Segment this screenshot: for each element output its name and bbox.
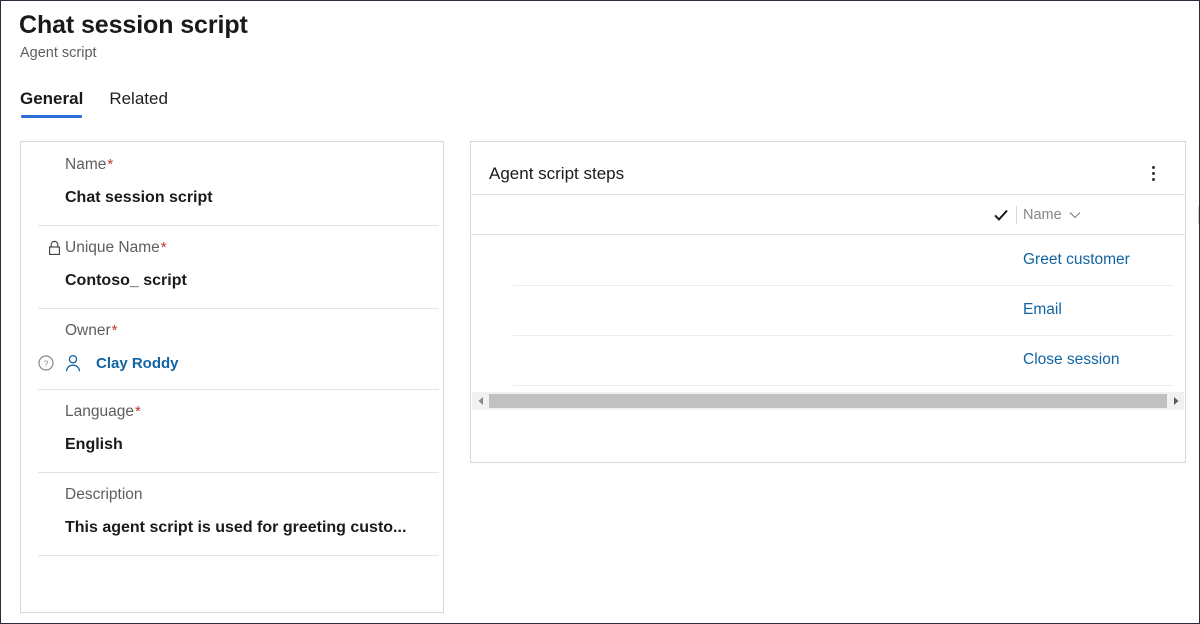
field-owner-label: Owner* bbox=[65, 308, 425, 341]
tab-related[interactable]: Related bbox=[109, 89, 168, 118]
grid-header: Agent script steps bbox=[471, 142, 1185, 194]
owner-link[interactable]: Clay Roddy bbox=[96, 355, 179, 372]
required-marker: * bbox=[107, 155, 113, 175]
field-description-label-text: Description bbox=[65, 485, 143, 505]
field-owner-label-text: Owner bbox=[65, 321, 111, 341]
field-description-value[interactable]: This agent script is used for greeting c… bbox=[65, 505, 425, 555]
field-language: Language* English bbox=[21, 389, 443, 472]
field-unique-name-value[interactable]: Contoso_ script bbox=[65, 258, 425, 308]
page-title: Chat session script bbox=[19, 11, 248, 40]
lock-icon bbox=[47, 240, 62, 256]
column-header-name-label: Name bbox=[1023, 207, 1062, 223]
row-separator bbox=[513, 285, 1174, 286]
general-form-card: Name* Chat session script Unique Name* C… bbox=[20, 141, 444, 613]
field-language-label: Language* bbox=[65, 389, 425, 422]
field-language-value[interactable]: English bbox=[65, 422, 425, 472]
cell-name-link[interactable]: Greet customer bbox=[1023, 235, 1130, 285]
column-divider bbox=[1198, 206, 1199, 224]
chevron-down-icon bbox=[1069, 207, 1081, 223]
cell-name-link[interactable]: Email bbox=[1023, 285, 1062, 335]
field-divider bbox=[38, 389, 439, 390]
select-all-checkmark-icon[interactable] bbox=[993, 195, 1009, 234]
field-name-value[interactable]: Chat session script bbox=[65, 175, 425, 225]
column-divider bbox=[1016, 206, 1017, 224]
field-divider bbox=[38, 225, 439, 226]
field-divider bbox=[38, 308, 439, 309]
tab-bar: General Related bbox=[20, 89, 168, 118]
required-marker: * bbox=[112, 321, 118, 341]
field-language-label-text: Language bbox=[65, 402, 134, 422]
more-options-icon[interactable] bbox=[1142, 162, 1164, 184]
required-marker: * bbox=[135, 402, 141, 422]
grid-rows: Greet customer 1 Text 9/7/2020 1:56 PM E… bbox=[471, 235, 1185, 393]
agent-script-steps-card: Agent script steps Name Order bbox=[470, 141, 1186, 463]
table-row[interactable]: Close session 3 Script 9/7/2020 2:15 PM bbox=[471, 335, 1185, 385]
field-unique-name-label: Unique Name* bbox=[65, 225, 425, 258]
scrollbar-thumb[interactable] bbox=[489, 394, 1167, 408]
scroll-left-arrow-icon[interactable] bbox=[472, 392, 489, 410]
scroll-right-arrow-icon[interactable] bbox=[1167, 392, 1184, 410]
row-separator bbox=[513, 385, 1174, 386]
field-description: Description This agent script is used fo… bbox=[21, 472, 443, 555]
cell-name-link[interactable]: Close session bbox=[1023, 335, 1120, 385]
required-marker: * bbox=[161, 238, 167, 258]
table-row[interactable]: Email 2 Macro 9/7/2020 2:13 PM bbox=[471, 285, 1185, 335]
table-row[interactable]: Greet customer 1 Text 9/7/2020 1:56 PM bbox=[471, 235, 1185, 285]
field-description-label: Description bbox=[65, 472, 425, 505]
page-subtitle: Agent script bbox=[20, 45, 97, 61]
page-root: Chat session script Agent script General… bbox=[0, 0, 1200, 624]
column-header-name[interactable]: Name bbox=[1023, 195, 1081, 234]
person-icon bbox=[63, 353, 83, 373]
tab-general[interactable]: General bbox=[20, 89, 83, 118]
field-divider bbox=[38, 555, 439, 556]
field-unique-name: Unique Name* Contoso_ script bbox=[21, 225, 443, 308]
field-name-label: Name* bbox=[65, 142, 425, 175]
field-name: Name* Chat session script bbox=[21, 142, 443, 225]
horizontal-scrollbar[interactable] bbox=[472, 392, 1184, 410]
field-name-label-text: Name bbox=[65, 155, 106, 175]
svg-text:?: ? bbox=[44, 359, 49, 368]
field-unique-name-label-text: Unique Name bbox=[65, 238, 160, 258]
field-owner: Owner* ? Clay Roddy bbox=[21, 308, 443, 389]
grid-column-headers: Name Order ↑ Action type bbox=[471, 195, 1185, 234]
owner-lookup-row: ? Clay Roddy bbox=[38, 341, 425, 389]
help-circle-icon[interactable]: ? bbox=[38, 355, 54, 371]
field-divider bbox=[38, 472, 439, 473]
grid-title: Agent script steps bbox=[489, 164, 624, 184]
